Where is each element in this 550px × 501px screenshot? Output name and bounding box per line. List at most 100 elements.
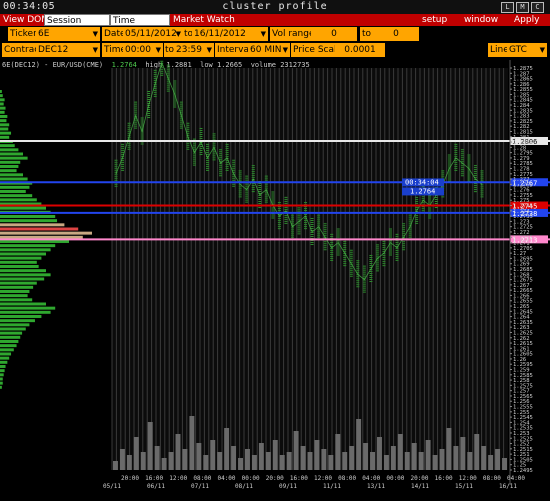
- chevron-down-icon: ▼: [175, 30, 181, 38]
- price-scale-input[interactable]: 0.0001: [335, 43, 385, 57]
- volume-bar: [453, 446, 459, 470]
- volume-bar: [321, 449, 327, 470]
- x-date-label: 16/11: [499, 483, 517, 490]
- date-from-select[interactable]: 05/11/2012 ▼: [123, 27, 183, 41]
- x-tick-label: 12:00: [459, 475, 477, 482]
- x-tick-label: 04:00: [362, 475, 380, 482]
- profile-bar: [0, 215, 56, 218]
- volume-bar: [383, 455, 389, 470]
- volume-bar: [495, 449, 501, 470]
- volume-bar: [210, 440, 216, 470]
- profile-bar: [0, 219, 58, 223]
- volume-bar: [189, 416, 195, 470]
- volume-bar: [133, 437, 139, 470]
- chevron-down-icon: ▼: [260, 30, 266, 38]
- profile-bar: [0, 260, 37, 264]
- profile-bar: [0, 360, 8, 364]
- profile-bar: [0, 127, 9, 131]
- volume-bar: [425, 440, 431, 470]
- profile-bar: [0, 281, 37, 285]
- volume-bar: [488, 455, 494, 470]
- time-to-value: 23:59: [176, 45, 202, 55]
- volume-bar: [147, 422, 153, 470]
- time-to-select[interactable]: 23:59 ▼: [174, 43, 214, 57]
- profile-bar: [0, 356, 10, 360]
- x-date-label: 13/11: [367, 483, 385, 490]
- menu-market-watch[interactable]: Market Watch: [171, 14, 237, 26]
- profile-bar: [0, 248, 51, 252]
- volume-bar: [307, 452, 313, 470]
- date-to-select[interactable]: 16/11/2012 ▼: [192, 27, 268, 41]
- profile-bar: [0, 369, 5, 373]
- profile-bar: [0, 152, 23, 156]
- profile-bar: [0, 335, 21, 339]
- profile-bar: [0, 177, 28, 181]
- volume-bar: [460, 437, 466, 470]
- x-tick-label: 20:00: [266, 475, 284, 482]
- maximize-button[interactable]: M: [516, 2, 529, 13]
- profile-bar: [0, 256, 42, 260]
- contract-select[interactable]: DEC12 ▼: [36, 43, 100, 57]
- profile-bar: [0, 160, 21, 164]
- x-tick-label: 04:00: [507, 475, 525, 482]
- profile-bar: [0, 240, 69, 243]
- title-bar: 00:34:05 cluster profile L M C: [0, 0, 550, 15]
- menu-setup[interactable]: setup: [420, 14, 449, 26]
- volume-bar: [258, 443, 264, 470]
- menu-window[interactable]: window: [462, 14, 500, 26]
- profile-bar: [0, 373, 4, 377]
- volume-bar: [439, 449, 445, 470]
- ticker-select[interactable]: 6E ▼: [36, 27, 100, 41]
- volume-bar: [154, 446, 160, 470]
- profile-bar: [0, 310, 51, 314]
- x-tick-label: 20:00: [410, 475, 428, 482]
- profile-bar: [0, 185, 30, 189]
- toolbar: Ticker 6E ▼ Date 05/11/2012 ▼ to 16/11/201…: [0, 26, 550, 60]
- vol-to-label: to: [360, 27, 374, 41]
- vol-to-input[interactable]: 0: [373, 27, 419, 41]
- chevron-down-icon: ▼: [206, 46, 212, 54]
- x-date-label: 11/11: [323, 483, 341, 490]
- x-tick-label: 12:00: [314, 475, 332, 482]
- x-tick-label: 04:00: [217, 475, 235, 482]
- y-tick-label: 1.2495: [513, 468, 533, 474]
- x-date-label: 07/11: [191, 483, 209, 490]
- close-button[interactable]: C: [531, 2, 544, 13]
- profile-bar: [0, 235, 83, 239]
- volume-bar: [342, 452, 348, 470]
- cluster-profile-chart[interactable]: 6E(DEC12) - EUR/USD(CME) 1.2764 high 1.2…: [0, 60, 550, 501]
- menu-apply[interactable]: Apply: [512, 14, 541, 26]
- minimize-button[interactable]: L: [501, 2, 514, 13]
- menu-session-hours[interactable]: Session Hours: [44, 14, 110, 38]
- chevron-down-icon: ▼: [155, 46, 161, 54]
- chart-svg: 1.28061.27671.27451.27381.271300:34:041.…: [0, 60, 550, 490]
- volume-bar: [502, 458, 507, 470]
- volume-bar: [467, 452, 473, 470]
- volume-bar: [390, 446, 396, 470]
- volume-bar: [356, 419, 362, 470]
- profile-bar: [0, 90, 2, 93]
- menu-time-interval[interactable]: Time Interval: [110, 14, 170, 38]
- time-from-select[interactable]: 00:00 ▼: [123, 43, 163, 57]
- volume-bar: [245, 449, 250, 470]
- volume-bar: [418, 452, 424, 470]
- profile-bar: [0, 131, 12, 135]
- vol-from-input[interactable]: 0: [311, 27, 357, 41]
- interval-select[interactable]: 60 MIN ▼: [248, 43, 290, 57]
- volume-bar: [168, 452, 174, 470]
- ticker-value: 6E: [38, 29, 50, 39]
- x-tick-label: 00:00: [242, 475, 260, 482]
- profile-bar: [0, 344, 17, 348]
- profile-bar: [0, 190, 26, 193]
- volume-bar: [293, 431, 299, 470]
- profile-bar: [0, 340, 19, 343]
- profile-bar: [0, 319, 35, 323]
- volume-bar: [203, 455, 209, 470]
- line-select[interactable]: GTC ▼: [507, 43, 547, 57]
- profile-bar: [0, 323, 30, 327]
- volume-bar: [265, 452, 271, 470]
- volume-bar: [231, 446, 237, 470]
- profile-bar: [0, 265, 39, 268]
- x-tick-label: 00:00: [386, 475, 404, 482]
- volume-bar: [432, 455, 438, 470]
